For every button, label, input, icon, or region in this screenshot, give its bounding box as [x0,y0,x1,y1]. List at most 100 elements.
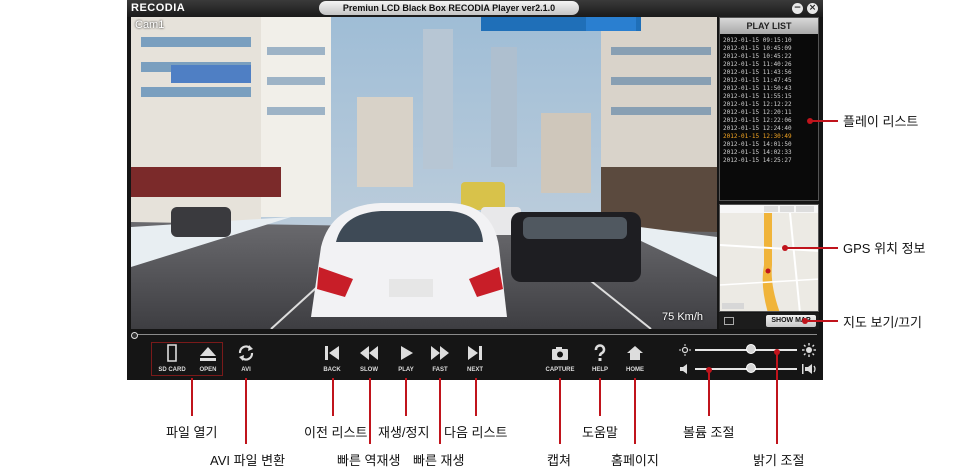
playlist-item[interactable]: 2012-01-15 11:40:26 [723,61,818,69]
playlist-items: 2012-01-15 09:15:10 2012-01-15 10:45:09 20… [720,34,818,165]
playlist-item[interactable]: 2012-01-15 14:01:50 [723,141,818,149]
next-button[interactable]: NEXT [455,342,495,376]
playlist-item[interactable]: 2012-01-15 12:22:06 [723,117,818,125]
volume-low-icon [680,364,687,374]
callout-line-help [599,378,601,416]
playlist-item[interactable]: 2012-01-15 11:43:56 [723,69,818,77]
playlist-title: PLAY LIST [720,18,818,34]
skip-back-icon [325,346,339,360]
fast-button[interactable]: FAST [420,342,460,376]
playlist-item[interactable]: 2012-01-15 11:55:15 [723,93,818,101]
back-label: BACK [323,367,341,373]
annotation-gps: GPS 위치 정보 [843,241,926,256]
annotation-brightness: 밝기 조절 [753,453,805,468]
callout-line-home [634,378,636,444]
gps-map[interactable] [719,204,819,312]
slow-label: SLOW [360,367,378,373]
map-window-icon[interactable] [724,317,734,325]
progress-bar[interactable] [131,332,819,339]
callout-line-play [405,378,407,416]
help-label: HELP [591,367,608,373]
progress-handle[interactable] [131,332,138,339]
sd-card-button[interactable]: SD CARD [152,342,192,376]
playlist-item[interactable]: 2012-01-15 11:50:43 [723,85,818,93]
video-frame-image [131,17,717,329]
skip-next-icon [468,346,482,360]
callout-line-map-toggle [806,320,838,322]
speed-readout: 75 Km/h [662,311,703,323]
title-bar[interactable]: RECODIA Premiun LCD Black Box RECODIA Pl… [127,0,823,17]
app-logo: RECODIA [131,2,186,14]
volume-high-icon [802,364,816,374]
minimize-button[interactable]: − [792,3,803,14]
annotation-volume: 볼륨 조절 [683,425,735,440]
player-window: RECODIA Premiun LCD Black Box RECODIA Pl… [127,0,823,380]
video-view[interactable]: Cam1 75 Km/h [131,17,717,329]
callout-dot-brightness [774,349,780,355]
close-button[interactable]: × [807,3,818,14]
callout-line-brightness [776,352,778,444]
brightness-slider[interactable] [695,344,797,356]
progress-track[interactable] [135,334,817,335]
back-button[interactable]: BACK [312,342,352,376]
camera-label: Cam1 [135,19,165,31]
callout-line-prev [332,378,334,416]
capture-label: CAPTURE [545,367,575,373]
play-icon [401,346,413,360]
volume-handle[interactable] [746,363,756,373]
callout-line-reverse [369,378,371,444]
playlist-item[interactable]: 2012-01-15 12:12:22 [723,101,818,109]
fast-label: FAST [432,367,448,373]
annotation-prev-list: 이전 리스트 [304,425,368,440]
playlist-item[interactable]: 2012-01-15 12:20:11 [723,109,818,117]
brightness-handle[interactable] [746,344,756,354]
callout-line-file-open [191,378,193,416]
callout-dot-playlist [807,118,813,124]
callout-line-avi [245,378,247,444]
capture-button[interactable]: CAPTURE [540,342,580,376]
callout-dot-volume [706,367,712,373]
window-title: Premiun LCD Black Box RECODIA Player ver… [319,1,579,15]
playlist-item[interactable]: 2012-01-15 10:45:09 [723,45,818,53]
callout-line-next [475,378,477,416]
annotation-next-list: 다음 리스트 [444,425,508,440]
callout-line-volume [708,370,710,416]
annotation-file-open: 파일 열기 [166,425,218,440]
sd-card-icon [167,344,177,362]
playlist-item[interactable]: 2012-01-15 12:30:49 [723,133,818,141]
fast-forward-icon [431,346,449,360]
avi-button[interactable]: AVI [226,342,266,376]
playlist-item[interactable]: 2012-01-15 14:25:27 [723,157,818,165]
annotation-fast-play: 빠른 재생 [413,453,465,468]
brightness-low-icon [679,344,691,356]
annotation-help: 도움말 [582,425,618,440]
help-button[interactable]: HELP [580,342,620,376]
home-label: HOME [626,367,644,373]
playlist-item[interactable]: 2012-01-15 12:24:40 [723,125,818,133]
question-icon [594,344,606,361]
open-button[interactable]: OPEN [188,342,228,376]
playlist-item[interactable]: 2012-01-15 14:02:33 [723,149,818,157]
callout-line-fast [439,378,441,444]
open-label: OPEN [199,367,217,373]
slow-button[interactable]: SLOW [349,342,389,376]
playlist-item[interactable]: 2012-01-15 09:15:10 [723,37,818,45]
map-image [720,205,818,311]
playlist-item[interactable]: 2012-01-15 11:47:45 [723,77,818,85]
playlist-item[interactable]: 2012-01-15 10:45:22 [723,53,818,61]
home-button[interactable]: HOME [615,342,655,376]
rewind-icon [360,346,378,360]
annotation-playlist: 플레이 리스트 [843,114,919,129]
callout-line-playlist [812,120,838,122]
eject-icon [200,347,216,361]
callout-dot-gps [782,245,788,251]
sd-card-label: SD CARD [158,367,186,373]
avi-label: AVI [241,367,251,373]
next-label: NEXT [466,367,483,373]
camera-icon [552,347,568,360]
annotation-map-toggle: 지도 보기/끄기 [843,315,922,330]
callout-dot-map-toggle [802,318,808,324]
annotation-avi-convert: AVI 파일 변환 [210,453,286,468]
annotation-capture: 캡쳐 [547,453,571,468]
annotation-home: 홈페이지 [611,453,659,468]
